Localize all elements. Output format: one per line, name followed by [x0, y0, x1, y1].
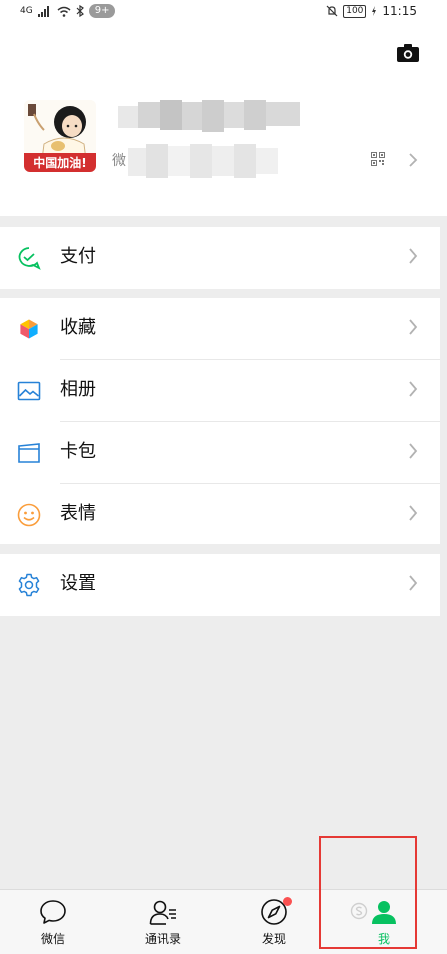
- tab-label-discover: 发现: [261, 932, 286, 946]
- wifi-icon: [57, 6, 71, 17]
- tab-label-contacts: 通讯录: [144, 932, 181, 946]
- status-left: 4G 9+: [20, 4, 116, 18]
- wechat-id-label: 微: [112, 153, 126, 169]
- profile-chevron-right-icon[interactable]: [408, 152, 418, 168]
- tab-chats[interactable]: 微信: [3, 890, 103, 954]
- cards-icon: [18, 443, 40, 463]
- tab-contacts[interactable]: 通讯录: [113, 890, 213, 954]
- mute-icon: [326, 5, 338, 17]
- network-type: 4G: [20, 6, 33, 16]
- watermark-logo: [350, 902, 368, 920]
- pay-icon: [18, 247, 41, 270]
- menu-item-favorites[interactable]: 收藏: [0, 298, 440, 360]
- stickers-icon: [17, 503, 41, 527]
- charging-icon: [372, 6, 377, 16]
- camera-icon[interactable]: [397, 44, 419, 62]
- status-bar: 4G 9+ 100 11:15: [0, 0, 447, 26]
- highlight-box: [319, 836, 417, 949]
- chevron-right-icon: [409, 248, 418, 264]
- wechat-id-blurred: [128, 144, 278, 178]
- menu-label-cards: 卡包: [60, 441, 96, 462]
- favorites-icon: [19, 318, 39, 340]
- tab-discover[interactable]: 发现: [224, 890, 324, 954]
- pay-group: 支付: [0, 227, 440, 289]
- menu-label-favorites: 收藏: [60, 317, 96, 338]
- chevron-right-icon: [409, 575, 418, 591]
- battery-indicator: 100: [343, 4, 367, 18]
- settings-icon: [18, 573, 40, 597]
- clock: 11:15: [382, 4, 417, 18]
- menu-item-pay[interactable]: 支付: [0, 227, 440, 289]
- services-group: 收藏 相册 卡包 表情: [0, 298, 440, 544]
- bluetooth-icon: [76, 5, 84, 17]
- menu-label-settings: 设置: [60, 573, 96, 594]
- chevron-right-icon: [409, 381, 418, 397]
- avatar[interactable]: 中国加油!: [24, 100, 96, 172]
- chevron-right-icon: [409, 443, 418, 459]
- signal-icon: [37, 5, 49, 17]
- menu-item-settings[interactable]: 设置: [0, 554, 440, 616]
- contacts-icon: [149, 900, 176, 925]
- menu-label-pay: 支付: [60, 246, 96, 267]
- qr-code-icon[interactable]: [371, 152, 385, 166]
- discover-notification-dot: [283, 897, 292, 906]
- notification-count-badge: 9+: [88, 4, 116, 18]
- menu-item-stickers[interactable]: 表情: [0, 484, 440, 546]
- tab-label-chats: 微信: [40, 932, 65, 946]
- menu-label-album: 相册: [60, 379, 96, 400]
- chevron-right-icon: [409, 319, 418, 335]
- menu-item-album[interactable]: 相册: [0, 360, 440, 422]
- chat-icon: [40, 900, 66, 924]
- album-icon: [17, 381, 41, 401]
- chevron-right-icon: [409, 505, 418, 521]
- nickname-blurred: [118, 100, 300, 132]
- avatar-caption: 中国加油!: [33, 156, 87, 170]
- menu-item-cards[interactable]: 卡包: [0, 422, 440, 484]
- status-right: 100 11:15: [326, 4, 417, 18]
- menu-label-stickers: 表情: [60, 503, 96, 524]
- settings-group: 设置: [0, 554, 440, 616]
